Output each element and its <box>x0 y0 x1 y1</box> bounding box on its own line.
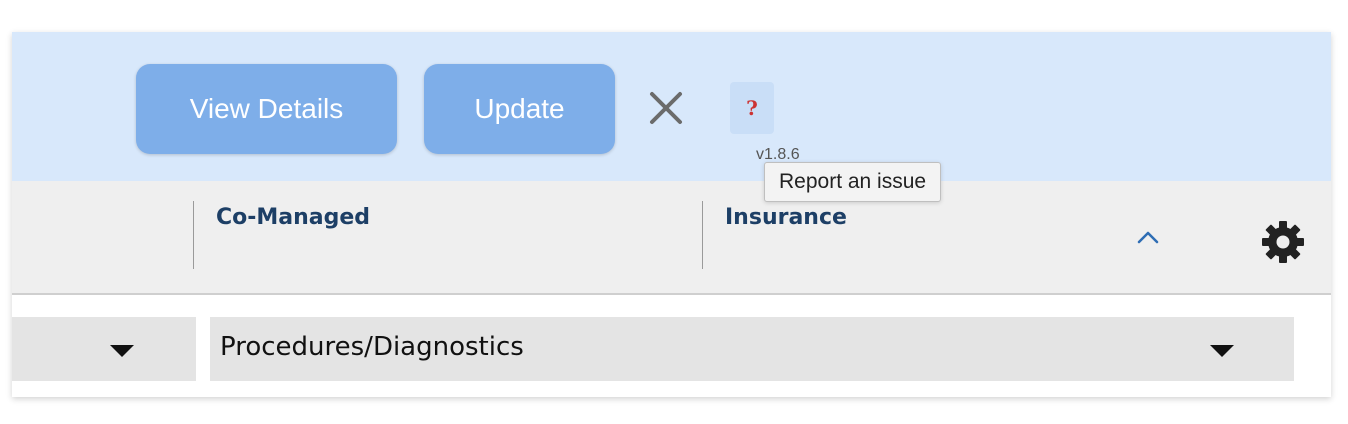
chevron-up-icon[interactable] <box>1136 229 1160 245</box>
help-glyph: ? <box>746 96 758 120</box>
column-header-comanaged[interactable]: Co-Managed <box>216 205 370 230</box>
caret-down-icon <box>110 345 134 357</box>
view-details-button[interactable]: View Details <box>136 64 397 154</box>
caret-down-icon <box>1210 345 1234 357</box>
column-header-bar: Co-Managed Insurance <box>12 181 1331 295</box>
top-action-bar: View Details Update ? v1.8.6 Report an i… <box>12 32 1331 202</box>
column-divider <box>193 201 194 269</box>
category-dropdown-value: Procedures/Diagnostics <box>220 332 524 362</box>
category-dropdown[interactable]: Procedures/Diagnostics <box>210 317 1294 381</box>
left-dropdown[interactable] <box>12 317 196 381</box>
help-icon[interactable]: ? <box>730 82 774 134</box>
filter-row: Procedures/Diagnostics <box>12 295 1331 397</box>
update-button[interactable]: Update <box>424 64 615 154</box>
app-panel: View Details Update ? v1.8.6 Report an i… <box>12 32 1331 397</box>
close-icon[interactable] <box>646 88 686 128</box>
column-divider <box>702 201 703 269</box>
gear-icon[interactable] <box>1259 218 1307 266</box>
report-issue-tooltip: Report an issue <box>764 162 942 202</box>
column-header-insurance[interactable]: Insurance <box>725 205 847 230</box>
